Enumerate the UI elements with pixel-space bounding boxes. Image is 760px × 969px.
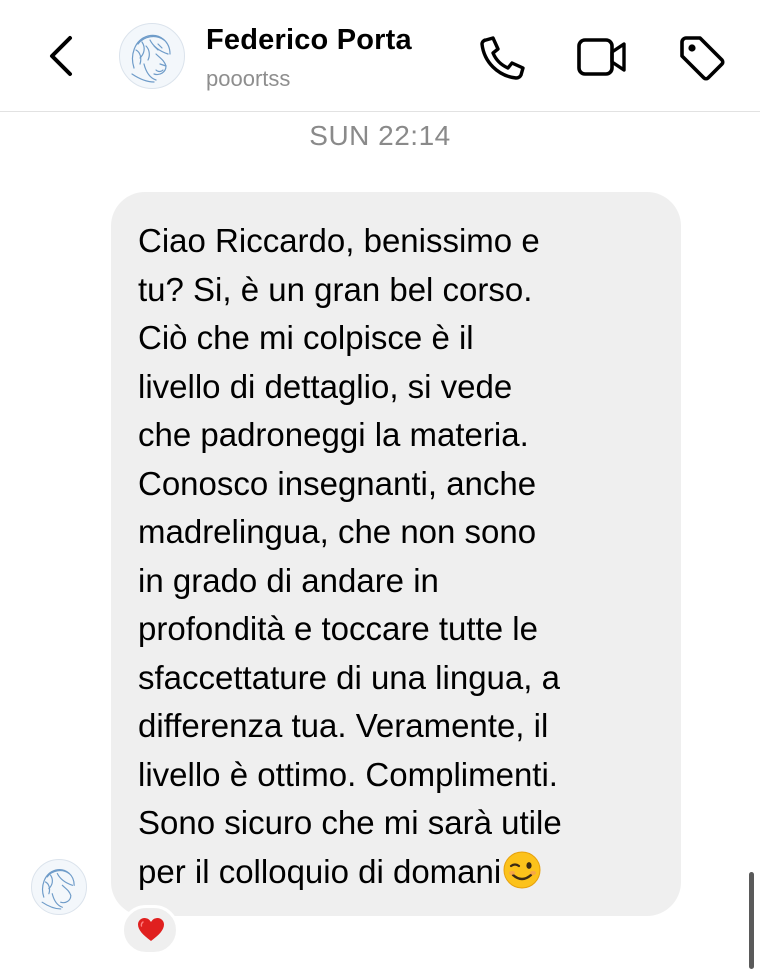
video-camera-icon	[577, 38, 626, 76]
phone-icon	[480, 36, 525, 80]
chevron-left-icon	[50, 36, 72, 76]
message-line: Sono sicuro che mi sarà utile	[138, 804, 562, 841]
message-timestamp: SUN 22:14	[309, 120, 451, 151]
call-button[interactable]	[476, 32, 528, 82]
message-line: per il colloquio di domani	[138, 852, 502, 890]
message-text: Ciao Riccardo, benissimo e tu? Si, è un …	[138, 217, 668, 896]
message-line: sfaccettature di una lingua, a	[138, 658, 560, 696]
message-line: madrelingua, che non sono	[138, 513, 537, 550]
message-line: Conosco insegnanti, anche	[138, 464, 537, 502]
red-heart-icon	[138, 918, 164, 941]
message-line: in grado di andare in	[138, 561, 439, 599]
message-line: tu? Si, è un gran bel corso.	[138, 270, 533, 308]
heart-reaction[interactable]	[121, 905, 179, 955]
contact-name[interactable]: Federico Porta	[206, 24, 412, 57]
portrait-sketch-icon	[41, 869, 75, 910]
message-line: Ciò che mi colpisce è il	[138, 319, 474, 356]
message-line: livello di dettaglio, si vede	[138, 367, 513, 405]
back-button[interactable]	[38, 30, 86, 82]
message-line: che padroneggi la materia.	[138, 416, 529, 453]
message-line: profondità e toccare tutte le	[138, 610, 538, 647]
tag-icon	[680, 36, 725, 81]
contact-avatar[interactable]	[119, 23, 185, 89]
message-last-line: per il colloquio di domani	[138, 848, 668, 897]
video-call-button[interactable]	[574, 32, 626, 82]
message-line: Ciao Riccardo, benissimo e	[138, 222, 540, 259]
tag-button[interactable]	[676, 32, 728, 82]
portrait-sketch-icon	[131, 34, 171, 83]
chat-header: Federico Porta pooortss	[0, 0, 760, 112]
scrollbar[interactable]	[749, 872, 754, 969]
message-bubble[interactable]: Ciao Riccardo, benissimo e tu? Si, è un …	[111, 192, 681, 916]
winking-face-emoji-icon	[503, 851, 541, 888]
message-line: differenza tua. Veramente, il	[138, 707, 549, 744]
sender-avatar[interactable]	[31, 859, 87, 915]
message-line: livello è ottimo. Complimenti.	[138, 755, 558, 793]
contact-handle: pooortss	[206, 66, 291, 91]
